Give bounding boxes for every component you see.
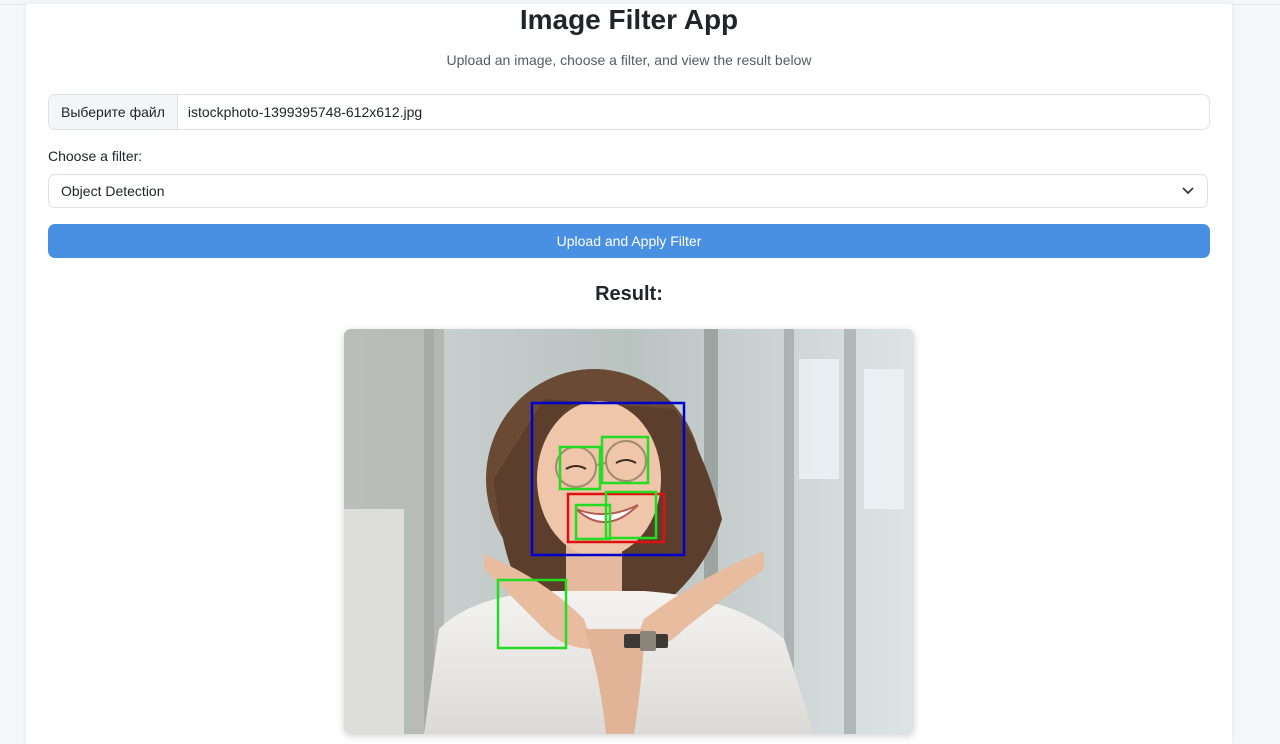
file-input[interactable]: Выберите файл istockphoto-1399395748-612…	[48, 94, 1210, 130]
choose-file-button[interactable]: Выберите файл	[49, 95, 178, 129]
filter-select[interactable]: Object Detection	[48, 174, 1208, 208]
filter-selected-value: Object Detection	[61, 183, 165, 199]
result-image	[344, 329, 914, 734]
chevron-down-icon	[1181, 184, 1195, 198]
page-title: Image Filter App	[519, 4, 739, 35]
upload-apply-button[interactable]: Upload and Apply Filter	[48, 224, 1210, 258]
selected-file-name: istockphoto-1399395748-612x612.jpg	[187, 104, 423, 120]
result-heading: Result:	[595, 283, 663, 305]
filter-label: Choose a filter:	[48, 148, 143, 164]
page-subtitle: Upload an image, choose a filter, and vi…	[446, 52, 812, 68]
main-card: Image Filter App Upload an image, choose…	[26, 4, 1232, 744]
